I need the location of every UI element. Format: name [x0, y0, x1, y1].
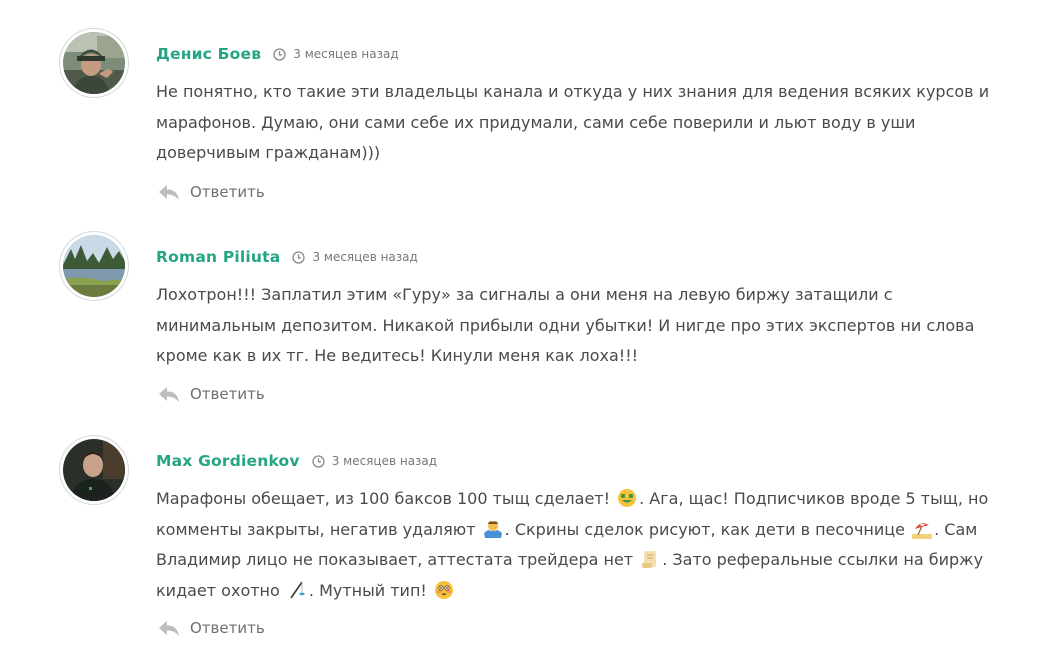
- reply-button[interactable]: Ответить: [158, 616, 265, 640]
- reply-icon: [158, 385, 180, 403]
- text-part: Марафоны обещает, из 100 баксов 100 тыщ …: [156, 489, 616, 508]
- beach-umbrella-emoji: [912, 519, 933, 539]
- comment-meta: Roman Piliuta 3 месяцев назад: [156, 246, 418, 268]
- avatar[interactable]: [60, 436, 128, 504]
- clock-icon: [273, 47, 286, 61]
- flushed-face-emoji: [434, 580, 454, 600]
- time-label: 3 месяцев назад: [293, 47, 399, 61]
- reply-label: Ответить: [190, 183, 265, 201]
- clock-icon: [312, 454, 325, 468]
- reply-label: Ответить: [190, 385, 265, 403]
- avatar[interactable]: [60, 232, 128, 300]
- comment-meta: Денис Боев 3 месяцев назад: [156, 43, 399, 65]
- comment-meta: Max Gordienkov 3 месяцев назад: [156, 450, 437, 472]
- comments-list: Денис Боев 3 месяцев назад Не понятно, к…: [0, 0, 1059, 665]
- scroll-emoji: [640, 549, 660, 569]
- comment-time[interactable]: 3 месяцев назад: [273, 47, 399, 61]
- author-name[interactable]: Roman Piliuta: [156, 248, 280, 266]
- comment-time[interactable]: 3 месяцев назад: [292, 250, 418, 264]
- text-part: . Мутный тип!: [308, 580, 432, 600]
- comment-text: Марафоны обещает, из 100 баксов 100 тыщ …: [156, 484, 996, 606]
- fishing-pole-emoji: [287, 580, 307, 600]
- reply-button[interactable]: Ответить: [158, 180, 265, 204]
- author-name[interactable]: Max Gordienkov: [156, 452, 300, 470]
- money-mouth-face-emoji: [617, 488, 637, 508]
- clock-icon: [292, 250, 306, 264]
- time-label: 3 месяцев назад: [331, 454, 438, 468]
- author-name[interactable]: Денис Боев: [156, 45, 261, 63]
- reply-icon: [158, 619, 180, 637]
- reply-label: Ответить: [190, 619, 265, 637]
- reply-button[interactable]: Ответить: [158, 382, 265, 406]
- reply-icon: [158, 183, 180, 201]
- avatar[interactable]: [60, 29, 128, 97]
- time-label: 3 месяцев назад: [312, 250, 418, 264]
- comment-time[interactable]: 3 месяцев назад: [312, 454, 437, 468]
- comment-text: Не понятно, кто такие эти владельцы кана…: [156, 82, 990, 162]
- comment-text: Лохотрон!!! Заплатил этим «Гуру» за сигн…: [156, 285, 975, 365]
- text-part: . Скрины сделок рисуют, как дети в песоч…: [504, 519, 911, 539]
- person-shrugging-emoji: [483, 519, 503, 539]
